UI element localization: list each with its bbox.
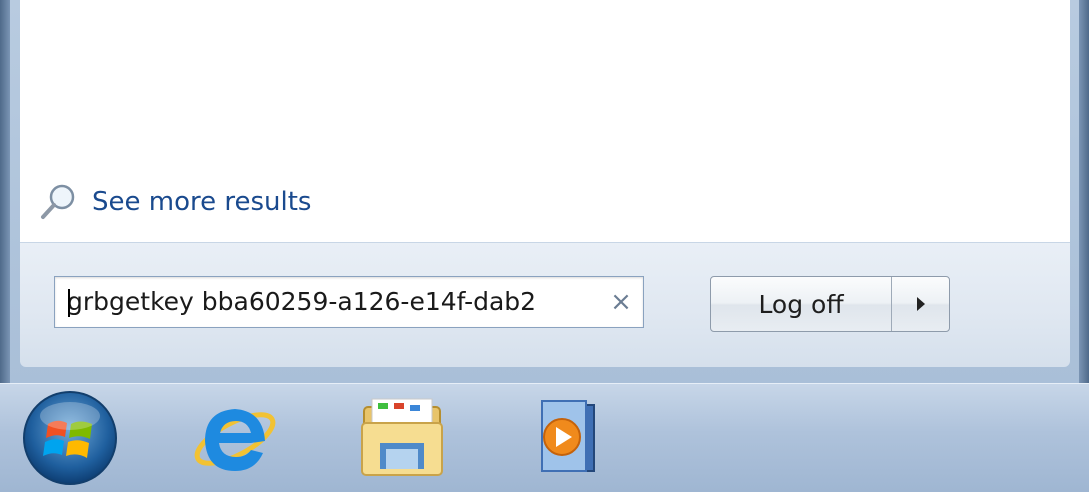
search-input[interactable]: grbgetkey bba60259-a126-e14f-dab2 × [54,276,644,328]
windows-start-orb-icon [23,391,117,485]
taskbar-windows-media-player[interactable] [512,384,612,492]
see-more-results-label: See more results [92,187,312,217]
taskbar [0,383,1089,492]
clear-search-button[interactable]: × [603,277,639,327]
internet-explorer-icon [194,409,276,471]
windows-explorer-folder-icon [361,398,443,476]
taskbar-windows-explorer[interactable] [346,384,458,492]
start-menu: See more results grbgetkey bba60259-a126… [0,0,1089,383]
start-button[interactable] [14,384,126,492]
start-menu-left-border [0,0,10,383]
logoff-button[interactable]: Log off [711,277,892,331]
search-input-text[interactable]: grbgetkey bba60259-a126-e14f-dab2 [67,277,587,327]
taskbar-internet-explorer[interactable] [180,384,292,492]
windows-media-player-icon [541,400,595,472]
shutdown-options-button[interactable] [892,277,949,331]
triangle-right-icon [916,297,925,311]
see-more-results-link[interactable]: See more results [38,180,311,224]
magnifier-icon [41,184,75,219]
start-menu-right-border [1079,0,1089,383]
logoff-split-button: Log off [710,276,950,332]
text-caret [68,289,70,317]
